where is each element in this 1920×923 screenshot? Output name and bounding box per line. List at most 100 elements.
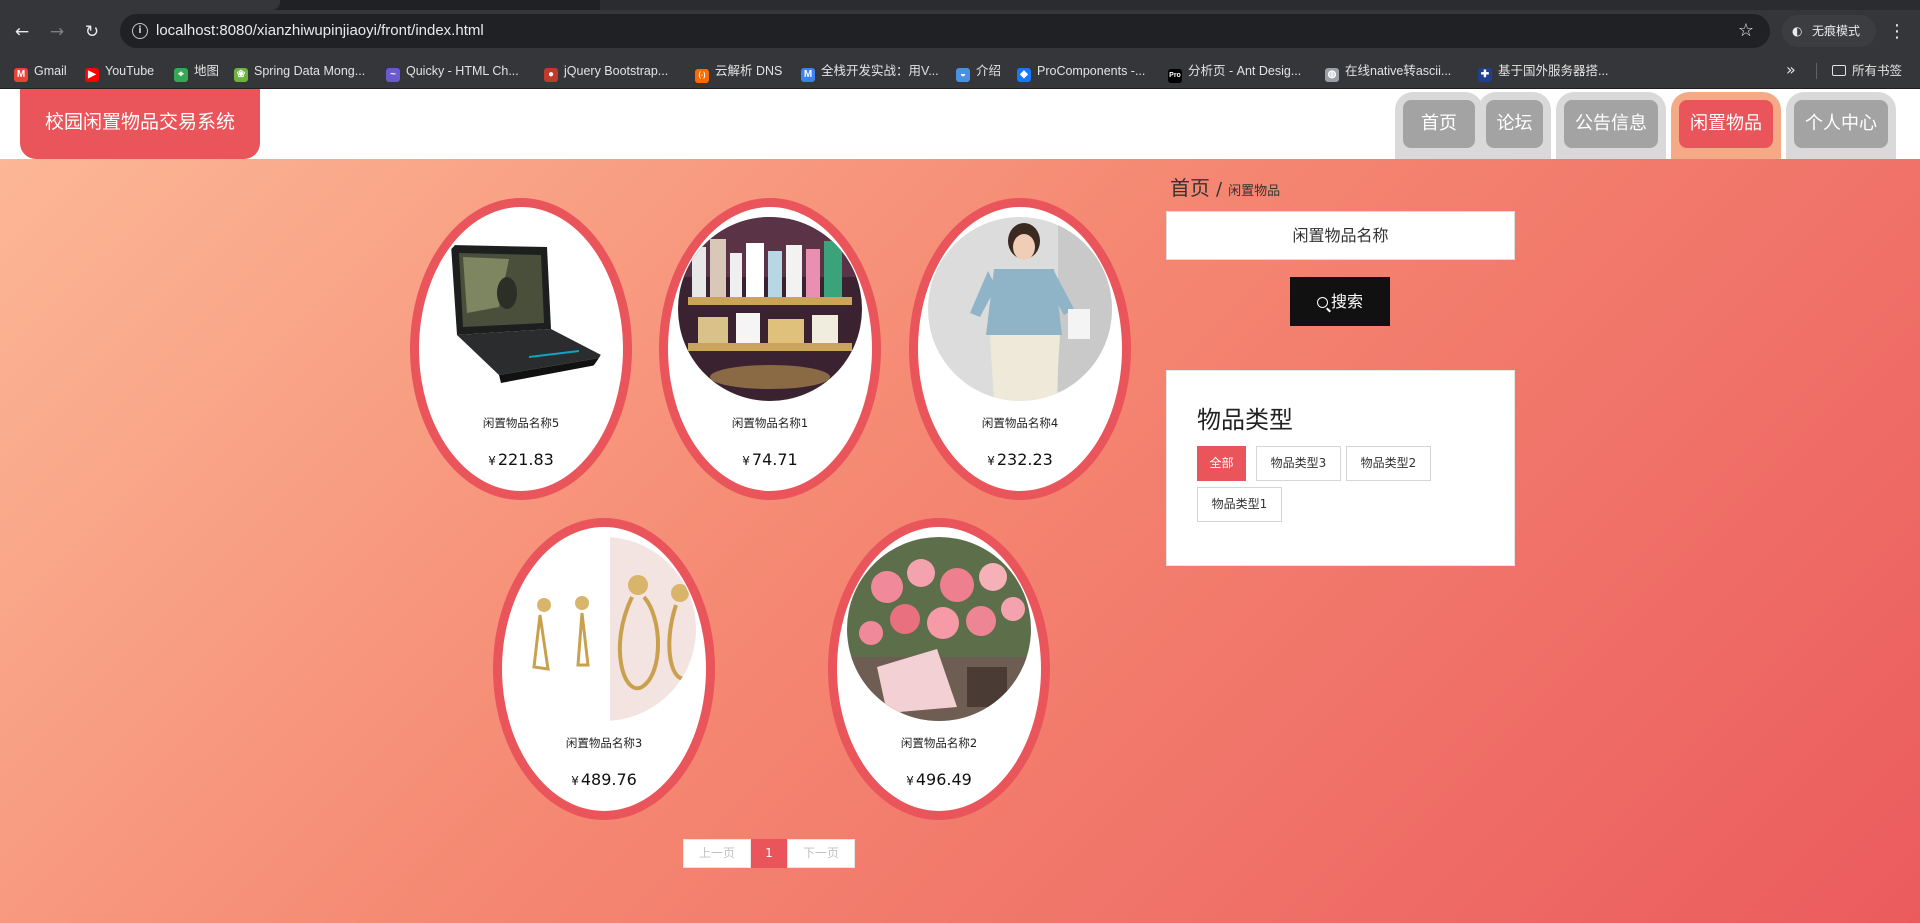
bookmark-label: 介绍 — [976, 64, 1002, 78]
bookmark-item[interactable]: ~ Quicky - HTML Ch... — [386, 53, 519, 89]
currency-symbol: ¥ — [987, 454, 995, 468]
nav-item-idle-goods[interactable]: 闲置物品 — [1671, 92, 1781, 159]
bookmark-item[interactable]: ◒ 介绍 — [956, 53, 1001, 89]
back-icon[interactable]: ← — [10, 20, 34, 44]
nav-item-forum[interactable]: 论坛 — [1478, 92, 1551, 159]
product-name[interactable]: 闲置物品名称2 — [837, 735, 1041, 751]
maps-icon: ⌖ — [174, 68, 188, 82]
address-bar[interactable]: i localhost:8080/xianzhiwupinjiaoyi/fron… — [120, 14, 1770, 48]
currency-symbol: ¥ — [906, 774, 914, 788]
search-input[interactable] — [1166, 211, 1515, 260]
nav-item-personal-center[interactable]: 个人中心 — [1786, 92, 1896, 159]
product-name[interactable]: 闲置物品名称5 — [419, 415, 623, 431]
product-image-laptop[interactable] — [429, 217, 613, 401]
bookmark-item[interactable]: ◍ 在线native转ascii... — [1325, 53, 1451, 89]
bookmark-item[interactable]: M 全栈开发实战：用V... — [801, 53, 939, 89]
incognito-label: 无痕模式 — [1812, 24, 1861, 38]
next-page-button[interactable]: 下一页 — [787, 839, 855, 868]
product-card[interactable]: 闲置物品名称3 ¥489.76 — [493, 518, 715, 820]
product-name[interactable]: 闲置物品名称3 — [502, 735, 706, 751]
bookmark-label: YouTube — [105, 64, 155, 78]
product-name[interactable]: 闲置物品名称4 — [918, 415, 1122, 431]
currency-symbol: ¥ — [571, 774, 579, 788]
currency-symbol: ¥ — [488, 454, 496, 468]
gmail-icon: M — [14, 68, 28, 82]
category-panel: 物品类型 全部 物品类型3 物品类型2 物品类型1 — [1166, 370, 1515, 566]
price-value: 221.83 — [497, 450, 554, 469]
nav-label: 首页 — [1403, 100, 1475, 148]
category-chip-all[interactable]: 全部 — [1197, 446, 1246, 481]
bookmark-item[interactable]: (-) 云解析 DNS — [695, 53, 782, 89]
bookmark-label: 基于国外服务器搭... — [1498, 64, 1609, 78]
browser-tab[interactable] — [0, 0, 280, 10]
bookmark-item[interactable]: ❀ Spring Data Mong... — [234, 53, 365, 89]
page: 校园闲置物品交易系统 首页 论坛 公告信息 闲置物品 个人中心 闲置物品名称5 … — [0, 89, 1920, 923]
category-chip-type3[interactable]: 物品类型3 — [1256, 446, 1341, 481]
bookmark-label: 全栈开发实战：用V... — [821, 64, 939, 78]
address-url[interactable]: localhost:8080/xianzhiwupinjiaoyi/front/… — [156, 14, 484, 48]
bookmarks-bar: M Gmail ▶ YouTube ⌖ 地图 ❀ Spring Data Mong... ~ Qu… — [0, 53, 1920, 89]
nav-label: 闲置物品 — [1679, 100, 1773, 148]
product-price: ¥221.83 — [419, 450, 623, 469]
jquery-icon: ● — [544, 68, 558, 82]
product-card[interactable]: 闲置物品名称4 ¥232.23 — [909, 198, 1131, 500]
bookmark-label: 在线native转ascii... — [1345, 64, 1452, 78]
site-title[interactable]: 校园闲置物品交易系统 — [20, 89, 260, 159]
browser-toolbar: ← → ↻ i localhost:8080/xianzhiwupinjiaoy… — [0, 10, 1920, 53]
page-1-button[interactable]: 1 — [751, 839, 787, 868]
incognito-badge[interactable]: ◐ 无痕模式 — [1782, 15, 1876, 47]
prev-page-button[interactable]: 上一页 — [683, 839, 751, 868]
product-name[interactable]: 闲置物品名称1 — [668, 415, 872, 431]
antd-icon: ◆ — [1017, 68, 1031, 82]
all-bookmarks-folder[interactable]: 所有书签 — [1832, 53, 1902, 89]
product-image-flowers[interactable] — [847, 537, 1031, 721]
browser-menu-icon[interactable]: ⋮ — [1888, 20, 1906, 44]
bookmark-item[interactable]: Pro 分析页 - Ant Desig... — [1168, 53, 1301, 89]
product-card[interactable]: 闲置物品名称2 ¥496.49 — [828, 518, 1050, 820]
aliyun-icon: (-) — [695, 69, 709, 83]
category-chip-type1[interactable]: 物品类型1 — [1197, 487, 1282, 522]
nav-label: 公告信息 — [1564, 100, 1658, 148]
product-image-earrings[interactable] — [512, 537, 696, 721]
bookmark-label: Quicky - HTML Ch... — [406, 64, 519, 78]
bookmark-item[interactable]: ▶ YouTube — [85, 53, 154, 89]
reload-icon[interactable]: ↻ — [80, 20, 104, 44]
all-bookmarks-label: 所有书签 — [1852, 63, 1903, 78]
quicky-icon: ~ — [386, 68, 400, 82]
bookmark-star-icon[interactable]: ☆ — [1738, 14, 1754, 48]
product-price: ¥232.23 — [918, 450, 1122, 469]
bookmark-item[interactable]: M Gmail — [14, 53, 67, 89]
breadcrumb: 首页 / 闲置物品 — [1170, 172, 1280, 201]
bookmarks-overflow-icon[interactable]: » — [1786, 53, 1796, 87]
breadcrumb-home[interactable]: 首页 — [1170, 176, 1210, 200]
product-price: ¥74.71 — [668, 450, 872, 469]
product-price: ¥496.49 — [837, 770, 1041, 789]
nav-label: 个人中心 — [1794, 100, 1888, 148]
bookmark-label: jQuery Bootstrap... — [564, 64, 669, 78]
bookmark-label: 分析页 - Ant Desig... — [1188, 64, 1302, 78]
breadcrumb-separator: / — [1216, 179, 1223, 200]
bookmark-item[interactable]: ⌖ 地图 — [174, 53, 219, 89]
bookmark-item[interactable]: ● jQuery Bootstrap... — [544, 53, 668, 89]
nav-item-home[interactable]: 首页 — [1395, 92, 1483, 159]
bookmark-label: Gmail — [34, 64, 67, 78]
bookmark-item[interactable]: ✚ 基于国外服务器搭... — [1478, 53, 1608, 89]
forward-icon[interactable]: → — [45, 20, 69, 44]
search-button[interactable]: 搜索 — [1290, 277, 1390, 326]
bookmark-label: ProComponents -... — [1037, 64, 1146, 78]
site-info-icon[interactable]: i — [132, 23, 148, 39]
product-image-blouse[interactable] — [928, 217, 1112, 401]
search-button-label: 搜索 — [1330, 292, 1363, 311]
product-card[interactable]: 闲置物品名称1 ¥74.71 — [659, 198, 881, 500]
bookmark-item[interactable]: ◆ ProComponents -... — [1017, 53, 1145, 89]
bookmark-label: 地图 — [194, 64, 220, 78]
pagination: 上一页 1 下一页 — [683, 839, 855, 868]
spring-icon: ❀ — [234, 68, 248, 82]
category-title: 物品类型 — [1197, 406, 1293, 434]
product-card[interactable]: 闲置物品名称5 ¥221.83 — [410, 198, 632, 500]
pro-icon: Pro — [1168, 69, 1182, 83]
folder-icon — [1832, 65, 1846, 76]
category-chip-type2[interactable]: 物品类型2 — [1346, 446, 1431, 481]
nav-item-announcements[interactable]: 公告信息 — [1556, 92, 1666, 159]
product-image-cosmetics-shelf[interactable] — [678, 217, 862, 401]
